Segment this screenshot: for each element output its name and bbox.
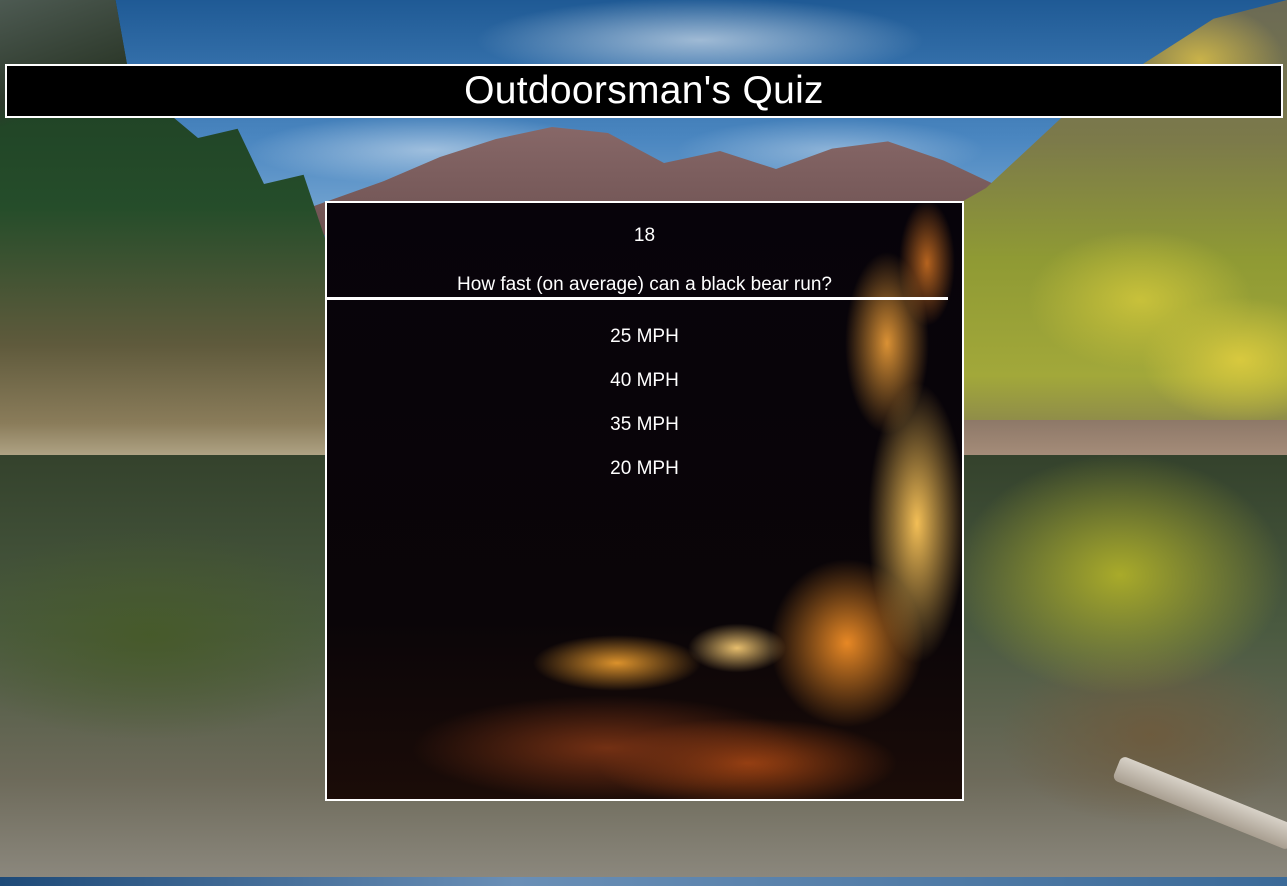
title-banner: Outdoorsman's Quiz	[5, 64, 1283, 118]
answer-option-3[interactable]: 35 MPH	[327, 413, 962, 457]
bottom-edge	[0, 877, 1287, 886]
answer-option-2[interactable]: 40 MPH	[327, 369, 962, 413]
answer-option-4[interactable]: 20 MPH	[327, 457, 962, 501]
answer-option-1[interactable]: 25 MPH	[327, 325, 962, 369]
quiz-panel: 18 How fast (on average) can a black bea…	[325, 201, 964, 801]
question-number: 18	[633, 225, 656, 246]
question-text: How fast (on average) can a black bear r…	[457, 274, 832, 295]
page-title: Outdoorsman's Quiz	[464, 69, 824, 112]
question-divider	[327, 297, 948, 300]
answer-list: 25 MPH 40 MPH 35 MPH 20 MPH	[327, 325, 962, 501]
